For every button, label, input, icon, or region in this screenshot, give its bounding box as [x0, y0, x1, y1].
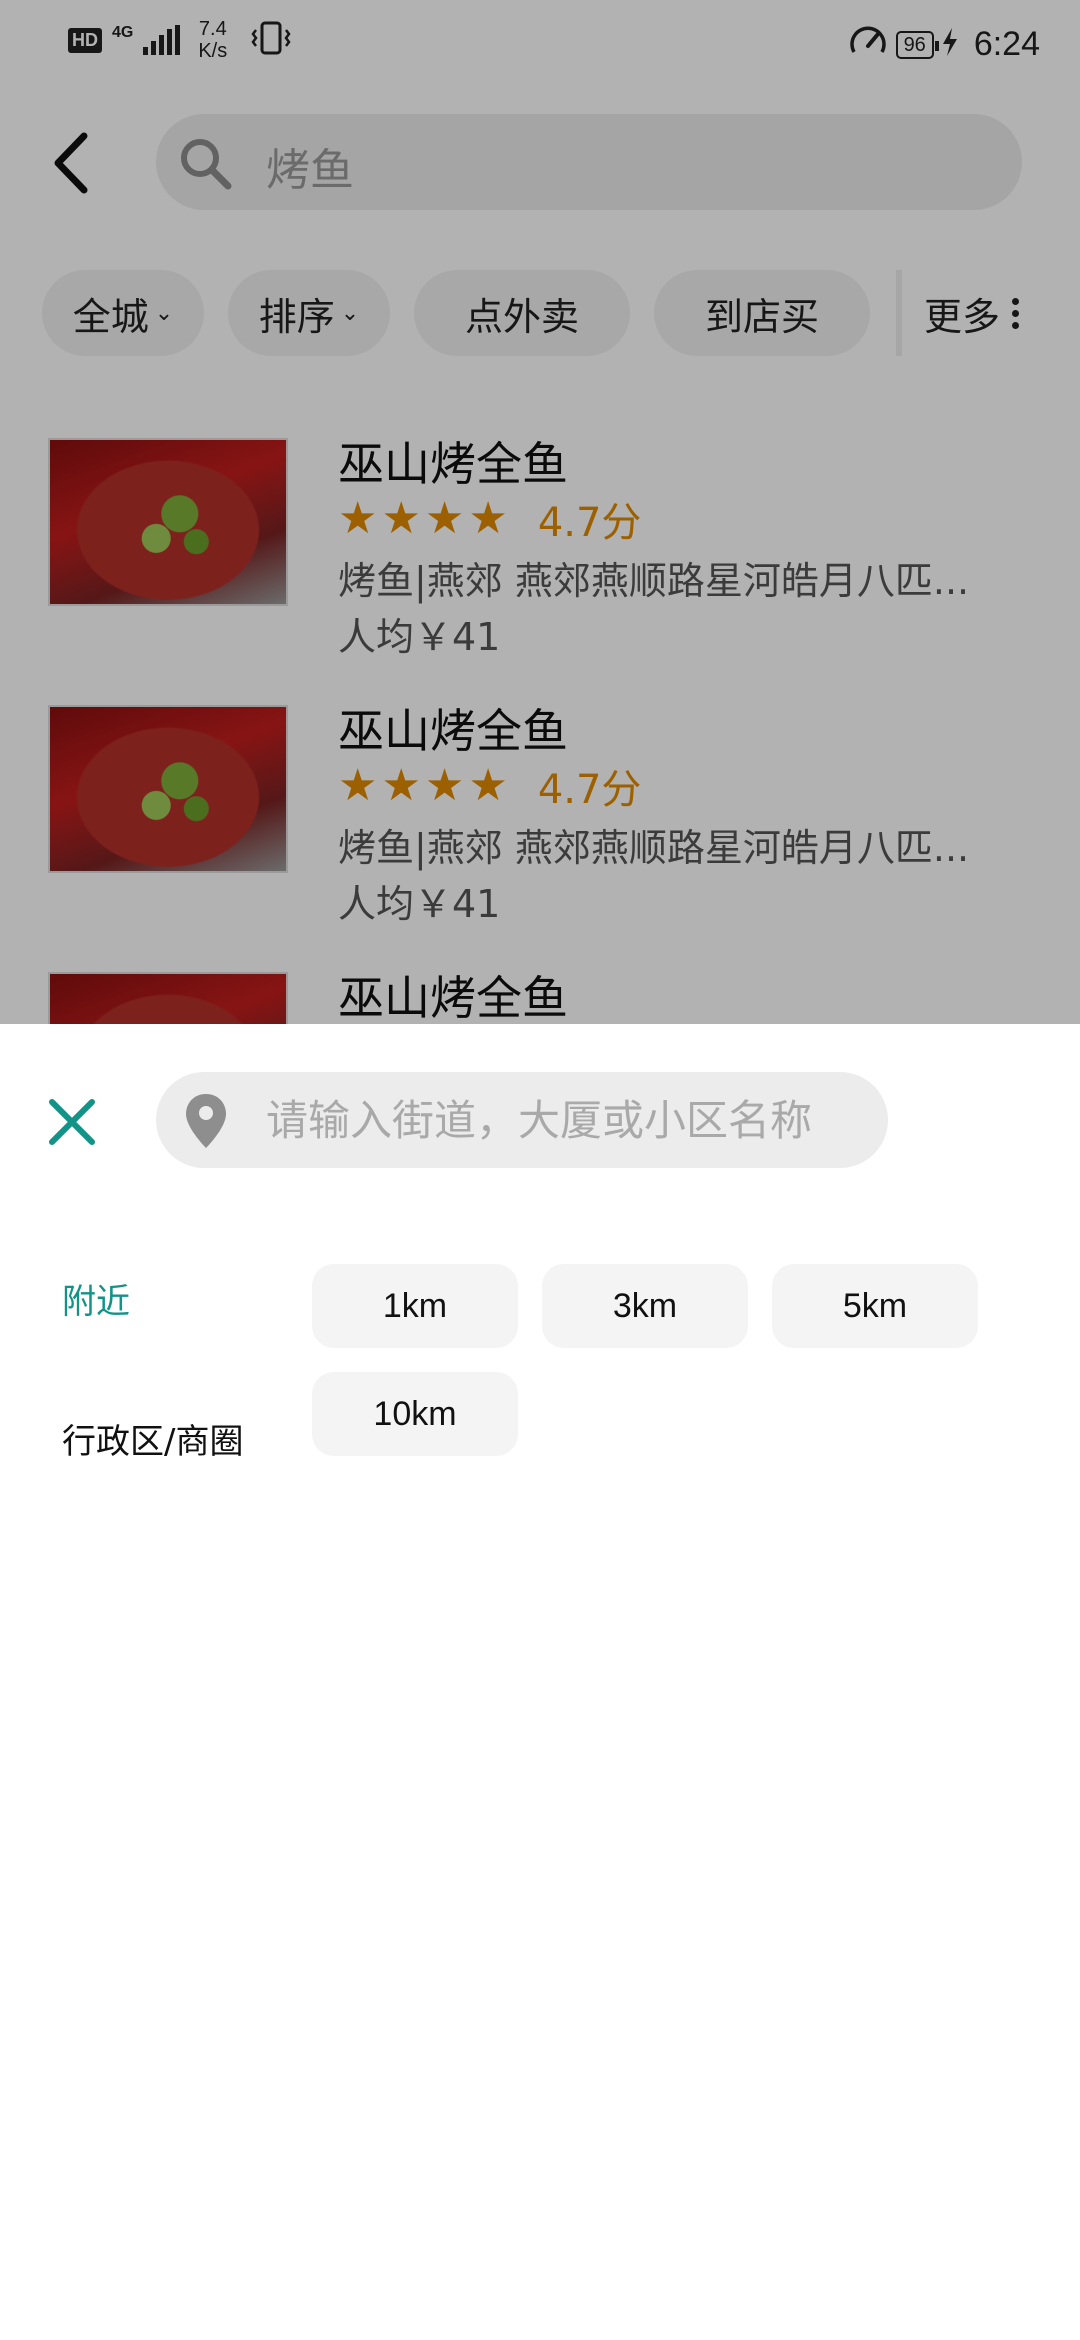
location-search-box	[156, 1072, 888, 1168]
distance-1km-button[interactable]: 1km	[312, 1264, 518, 1348]
location-search-input[interactable]	[266, 1072, 876, 1168]
distance-5km-button[interactable]: 5km	[772, 1264, 978, 1348]
location-pin-icon	[184, 1092, 228, 1154]
distance-3km-button[interactable]: 3km	[542, 1264, 748, 1348]
dim-overlay[interactable]	[0, 0, 1080, 1024]
location-filter-sheet: 附近 行政区/商圈 1km 3km 5km 10km	[0, 1024, 1080, 2340]
category-nearby[interactable]: 附近	[62, 1274, 130, 1323]
distance-10km-button[interactable]: 10km	[312, 1372, 518, 1456]
close-button[interactable]	[44, 1094, 100, 1150]
search-results-page: HD 4G 7.4 K/s 96 6:24 烤鱼 全城 ⌄ 排序 ⌄ 点外卖 到…	[0, 0, 1080, 1024]
category-district[interactable]: 行政区/商圈	[62, 1414, 243, 1463]
close-icon	[49, 1099, 95, 1145]
